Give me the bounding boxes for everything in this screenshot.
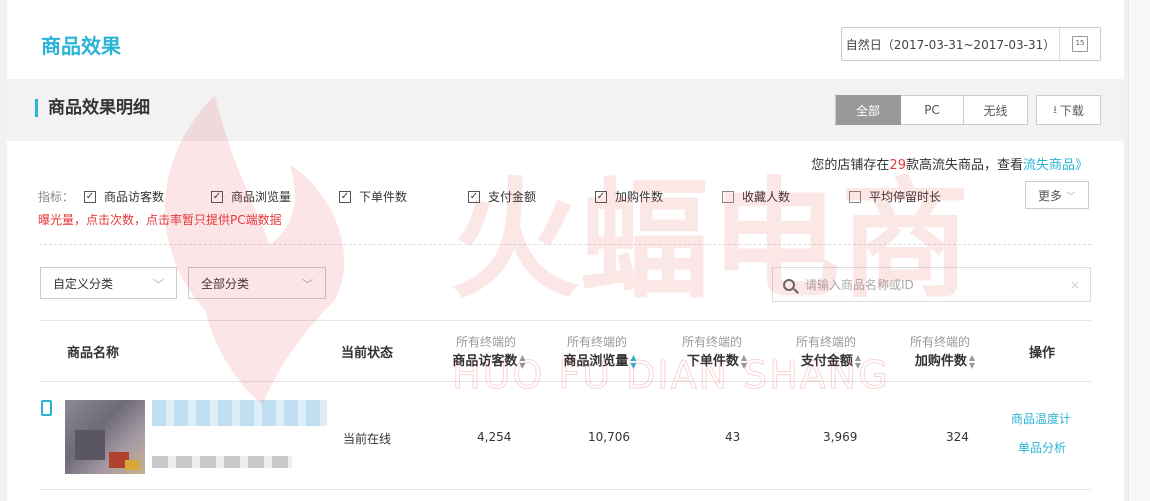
column-header-visitors[interactable]: 商品访客数 ▲ ▼ [434, 350, 544, 370]
column-header-status: 当前状态 [341, 346, 394, 361]
metric-checkbox-avg-stay[interactable]: 平均停留时长 [849, 188, 941, 205]
cell-status: 当前在线 [343, 432, 392, 446]
segment-pc[interactable]: PC [901, 95, 964, 125]
sort-icon: ▲ ▼ [630, 352, 637, 370]
page-title: 商品效果 [41, 34, 121, 58]
cell-views: 10,706 [588, 430, 630, 444]
metric-checkbox-views[interactable]: ✓ 商品浏览量 [211, 188, 291, 205]
pc-data-warning: 曝光量，点击次数，点击率暂只提供PC端数据 [38, 213, 282, 227]
metric-checkbox-favorites[interactable]: 收藏人数 [722, 188, 790, 205]
checkbox-checked-icon: ✓ [468, 190, 480, 203]
metrics-label: 指标： [38, 190, 75, 204]
sort-icon: ▲ ▼ [968, 352, 976, 370]
column-header-views[interactable]: 商品浏览量 ▲ ▼ [545, 350, 655, 370]
download-label: 下载 [1059, 103, 1084, 118]
sort-icon: ▲ ▼ [854, 352, 862, 370]
notice-count: 29 [889, 158, 906, 173]
mobile-icon [41, 400, 52, 416]
checkbox-unchecked-icon [722, 190, 734, 203]
search-input[interactable] [803, 276, 1070, 293]
section-title: 商品效果明细 [35, 99, 150, 117]
checkbox-checked-icon: ✓ [211, 190, 223, 203]
segment-wireless[interactable]: 无线 [964, 95, 1028, 125]
column-subheader-cart: 所有终端的 [909, 335, 970, 349]
more-metrics-button[interactable]: 更多 ﹀ [1025, 181, 1089, 209]
cell-visitors: 4,254 [477, 430, 512, 444]
metric-checkbox-cart[interactable]: ✓ 加购件数 [595, 188, 663, 205]
column-header-payment[interactable]: 支付金额 ▲ ▼ [781, 350, 881, 370]
product-search[interactable]: × [772, 267, 1091, 302]
terminal-segment: 全部 PC 无线 [835, 95, 1028, 125]
sort-icon: ▲ ▼ [519, 352, 526, 370]
all-category-select[interactable]: 全部分类 ﹀ [188, 267, 326, 299]
product-effect-panel: 商品效果 自然日（2017-03-31~2017-03-31） 15 商品效果明… [7, 0, 1124, 501]
cell-payment: 3,969 [823, 430, 858, 444]
product-meta-blurred [152, 456, 292, 468]
scrollbar[interactable] [1128, 0, 1150, 501]
table-divider [39, 489, 1091, 490]
search-icon [783, 278, 795, 291]
download-icon: ⭳ [1053, 102, 1057, 116]
metric-checkbox-payment[interactable]: ✓ 支付金额 [468, 188, 536, 205]
divider [39, 244, 1091, 245]
calendar-button[interactable]: 15 [1059, 28, 1100, 60]
column-subheader-visitors: 所有终端的 [455, 335, 516, 349]
checkbox-unchecked-icon [849, 190, 861, 203]
date-range-picker[interactable]: 自然日（2017-03-31~2017-03-31） 15 [841, 27, 1101, 61]
table-divider [39, 381, 1091, 382]
chevron-down-icon: ﹀ [1066, 191, 1076, 203]
notice-prefix: 您的店铺存在 [811, 158, 890, 173]
checkbox-checked-icon: ✓ [339, 190, 351, 203]
column-header-name: 商品名称 [67, 346, 120, 361]
section-header: 商品效果明细 全部 PC 无线 ⭳ 下载 [7, 79, 1124, 141]
cell-cart: 324 [946, 430, 969, 444]
date-range-label: 自然日（2017-03-31~2017-03-31） [845, 37, 1056, 52]
custom-category-select[interactable]: 自定义分类 ﹀ [40, 267, 177, 299]
column-header-cart[interactable]: 加购件数 ▲ ▼ [895, 350, 995, 370]
notice-suffix: 款高流失商品，查看 [905, 158, 1023, 173]
single-product-analysis-link[interactable]: 单品分析 [1018, 439, 1066, 456]
product-thermometer-link[interactable]: 商品温度计 [1011, 410, 1071, 427]
lost-products-link[interactable]: 流失商品》 [1023, 158, 1088, 173]
checkbox-checked-icon: ✓ [84, 190, 96, 203]
metric-checkbox-orders[interactable]: ✓ 下单件数 [339, 188, 407, 205]
lost-products-notice: 您的店铺存在29款高流失商品，查看流失商品》 [811, 154, 1088, 173]
product-thumbnail[interactable] [65, 400, 145, 474]
checkbox-checked-icon: ✓ [595, 190, 607, 203]
download-button[interactable]: ⭳ 下载 [1036, 95, 1101, 125]
column-header-actions: 操作 [1029, 346, 1056, 361]
sort-icon: ▲ ▼ [740, 352, 748, 370]
column-subheader-views: 所有终端的 [566, 335, 627, 349]
table-divider [39, 320, 1091, 321]
cell-orders: 43 [725, 430, 741, 444]
product-title-blurred[interactable] [152, 400, 327, 426]
metric-checkbox-visitors[interactable]: ✓ 商品访客数 [84, 188, 164, 205]
chevron-down-icon: ﹀ [302, 278, 313, 291]
column-subheader-orders: 所有终端的 [681, 335, 742, 349]
chevron-down-icon: ﹀ [153, 278, 164, 291]
calendar-icon: 15 [1072, 36, 1088, 52]
column-header-orders[interactable]: 下单件数 ▲ ▼ [667, 350, 767, 370]
segment-all[interactable]: 全部 [835, 95, 901, 125]
column-subheader-payment: 所有终端的 [795, 335, 856, 349]
close-icon[interactable]: × [1070, 278, 1080, 292]
